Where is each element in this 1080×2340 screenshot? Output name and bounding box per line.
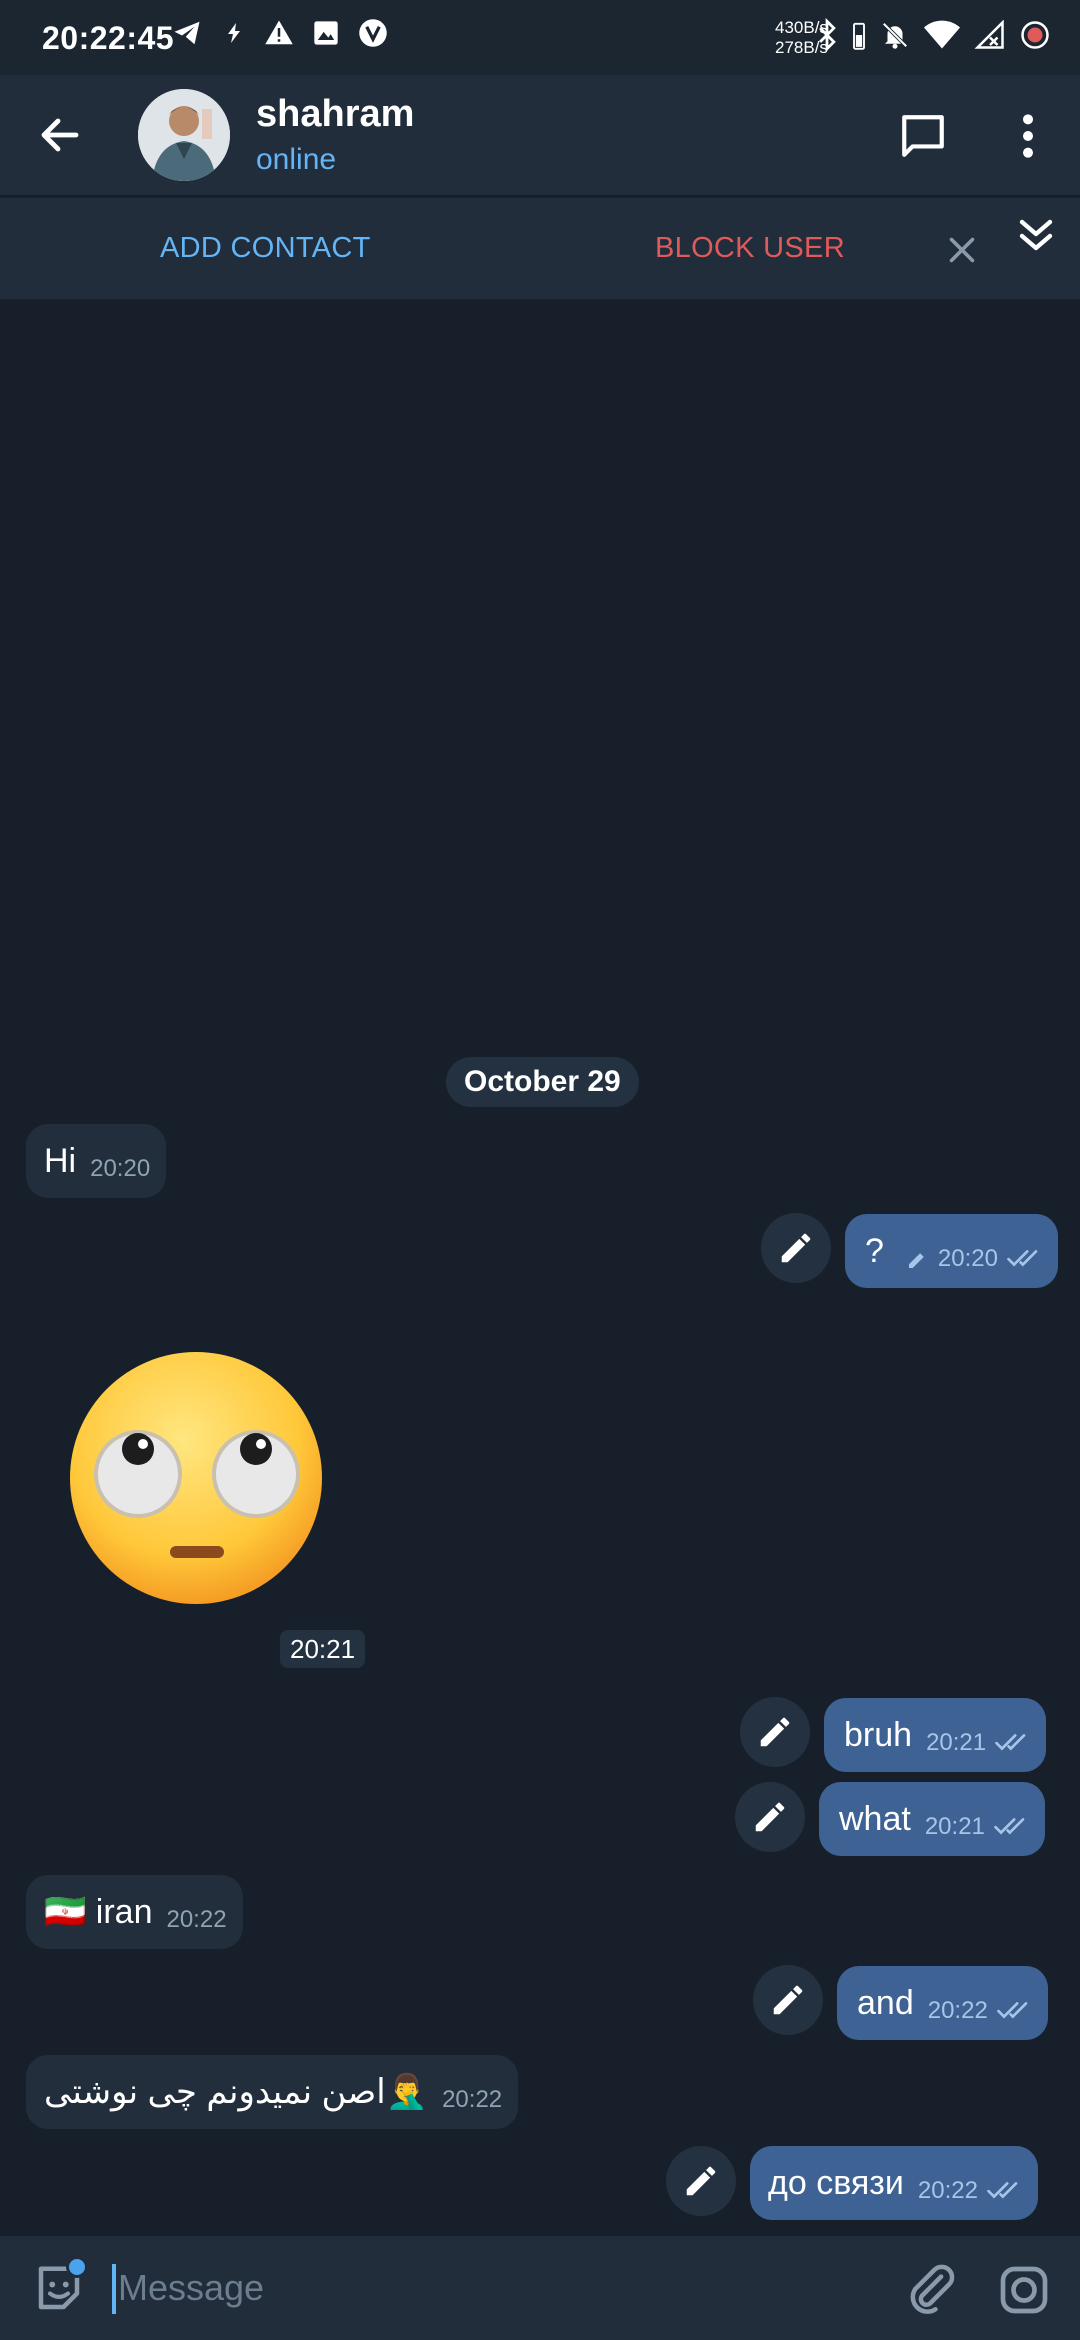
pencil-icon [773, 1985, 803, 2015]
outgoing-message[interactable]: and 20:22 [837, 1966, 1048, 2040]
chevron-double-up-icon[interactable] [1012, 212, 1060, 260]
message-input[interactable] [118, 2258, 878, 2318]
close-icon[interactable] [944, 232, 980, 268]
camera-icon[interactable] [996, 2262, 1052, 2318]
contact-name[interactable]: shahram [256, 93, 414, 136]
message-time: 20:20 [937, 1245, 998, 1272]
telegram-icon [174, 21, 200, 45]
more-vertical-icon[interactable] [1010, 111, 1046, 161]
edited-pencil-icon [908, 1253, 924, 1268]
message-time: 20:22 [927, 1997, 988, 2024]
message-time: 20:22 [166, 1906, 227, 1933]
message-text: and [857, 1983, 914, 2022]
message-text: 🇮🇷 iran [44, 1893, 153, 1931]
pencil-icon [755, 1802, 785, 1832]
add-contact-button[interactable]: ADD CONTACT [160, 232, 371, 265]
avatar-photo [138, 89, 230, 181]
bluetooth-icon [819, 18, 836, 52]
chat-header: shahram online [0, 75, 1080, 195]
edit-message-button[interactable] [666, 2146, 736, 2216]
incoming-message[interactable]: Hi 20:20 [26, 1124, 167, 1198]
status-bar: 20:22:45 430B/s 278B/s [0, 0, 1080, 75]
back-arrow-icon[interactable] [36, 111, 84, 159]
double-check-icon [994, 1818, 1025, 1835]
image-icon [314, 21, 338, 45]
double-check-icon [996, 2002, 1028, 2019]
status-system-icons [816, 18, 1050, 52]
contact-action-bar: ADD CONTACT BLOCK USER [0, 197, 1080, 299]
status-notification-icons [170, 18, 388, 48]
warning-icon [265, 20, 293, 45]
outgoing-message[interactable]: до связи 20:22 [750, 2146, 1038, 2220]
rolling-eyes-emoji-icon [70, 1352, 322, 1604]
signal-icon [974, 20, 1004, 49]
double-check-icon [995, 1734, 1026, 1751]
message-time: 20:21 [924, 1813, 985, 1840]
message-time: 20:21 [926, 1729, 987, 1756]
contact-status: online [256, 143, 337, 176]
message-text: what [839, 1799, 911, 1838]
battery-icon [853, 22, 865, 50]
new-sticker-badge [66, 2256, 88, 2278]
sticker-face-with-rolling-eyes[interactable] [66, 1348, 326, 1608]
outgoing-message[interactable]: ? 20:20 [845, 1214, 1058, 1288]
message-time: 20:22 [442, 2086, 503, 2113]
paperclip-icon[interactable] [904, 2262, 958, 2316]
sticker-time: 20:21 [280, 1630, 366, 1668]
message-time: 20:22 [917, 2177, 978, 2204]
status-time: 20:22:45 [42, 20, 175, 56]
pencil-icon [760, 1717, 790, 1747]
edit-message-button[interactable] [735, 1782, 805, 1852]
bell-off-icon [882, 22, 908, 49]
outgoing-message[interactable]: what 20:21 [819, 1782, 1045, 1856]
edit-message-button[interactable] [761, 1213, 831, 1283]
double-check-icon [1007, 1250, 1038, 1267]
double-check-icon [987, 2182, 1018, 2199]
avatar[interactable] [138, 89, 230, 181]
chat-bubble-icon[interactable] [898, 111, 948, 161]
message-input-bar [0, 2236, 1080, 2340]
message-time: 20:20 [90, 1155, 151, 1182]
incoming-message[interactable]: 🇮🇷 iran 20:22 [26, 1875, 243, 1949]
message-text: 🤦‍♂️اصن نمیدونم چی نوشتی [44, 2073, 429, 2111]
message-text: Hi [44, 1141, 77, 1180]
pencil-icon [781, 1233, 811, 1263]
text-cursor [112, 2264, 116, 2314]
battery-saver-icon [1021, 21, 1049, 49]
message-text: ? [865, 1231, 884, 1270]
pencil-icon [686, 2166, 716, 2196]
message-text: до связи [768, 2163, 904, 2202]
vpn-v-icon [359, 19, 387, 47]
date-separator: October 29 [446, 1057, 639, 1107]
outgoing-message[interactable]: bruh 20:21 [824, 1698, 1047, 1772]
incoming-message[interactable]: 🤦‍♂️اصن نمیدونم چی نوشتی 20:22 [26, 2055, 519, 2129]
block-user-button[interactable]: BLOCK USER [655, 232, 845, 265]
message-text: bruh [844, 1715, 913, 1754]
wifi-icon [924, 20, 960, 49]
edit-message-button[interactable] [740, 1697, 810, 1767]
flash-icon [228, 23, 240, 43]
edit-message-button[interactable] [753, 1965, 823, 2035]
